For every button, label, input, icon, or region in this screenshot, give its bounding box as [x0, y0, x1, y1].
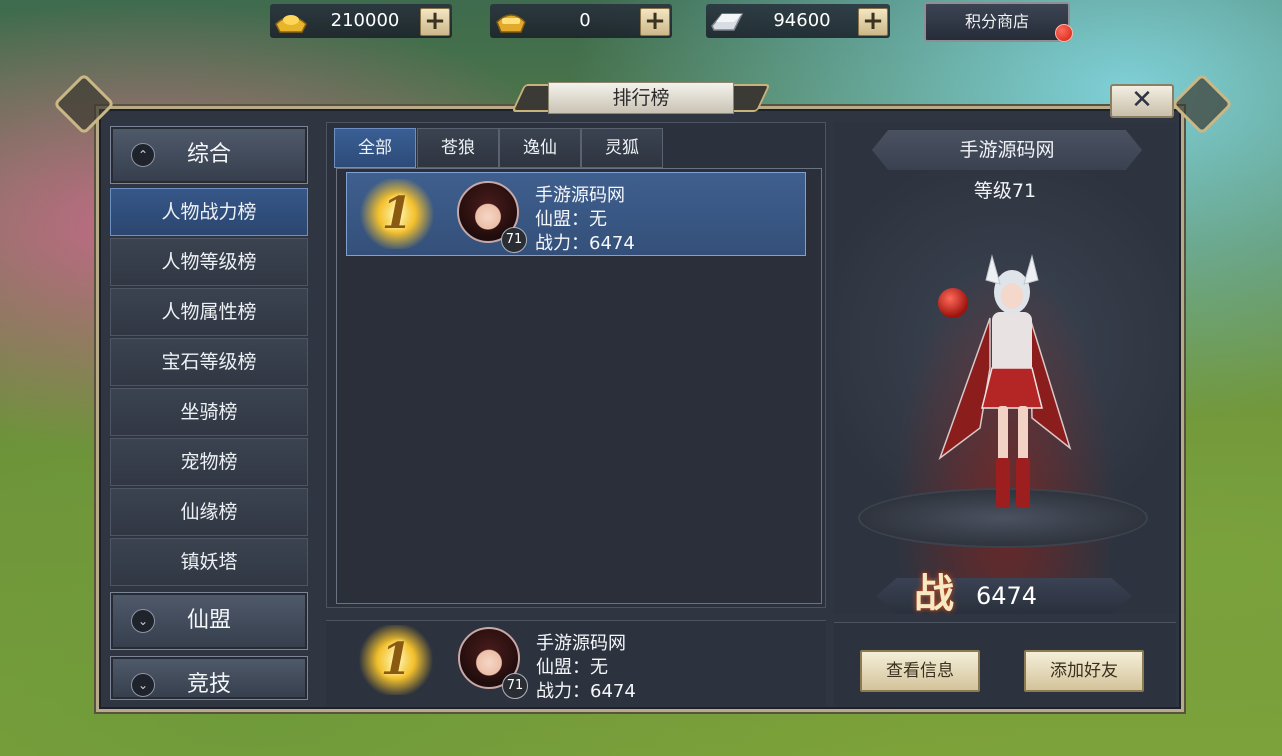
tab-all[interactable]: 全部 — [334, 128, 416, 168]
category-overall[interactable]: ⌃ 综合 — [110, 126, 308, 184]
menu-item-demon-tower[interactable]: 镇妖塔 — [110, 538, 308, 586]
menu-item-xianyuan-ranking[interactable]: 仙缘榜 — [110, 488, 308, 536]
notification-dot — [1055, 24, 1073, 42]
player-name: 手游源码网 — [536, 633, 626, 654]
menu-item-pet-ranking[interactable]: 宠物榜 — [110, 438, 308, 486]
player-guild: 仙盟：无 — [536, 657, 608, 678]
window-title: 排行榜 — [548, 82, 734, 114]
silver-amount: 94600 — [773, 10, 831, 31]
category-label: 综合 — [186, 142, 231, 167]
category-label: 竞技 — [186, 672, 231, 697]
silver-ingot-icon — [711, 13, 744, 31]
chevron-down-icon: ⌄ — [131, 673, 155, 697]
close-button[interactable]: ✕ — [1110, 84, 1174, 118]
bound-gold-resource: 0 + — [490, 4, 672, 38]
silver-resource: 94600 + — [706, 4, 890, 38]
view-info-button[interactable]: 查看信息 — [860, 650, 980, 692]
player-name: 手游源码网 — [535, 185, 625, 206]
power-value: 6474 — [976, 582, 1038, 610]
character-model[interactable] — [920, 248, 1080, 518]
avatar-level-badge: 71 — [502, 673, 528, 699]
add-bound-gold-button[interactable]: + — [640, 8, 670, 36]
bound-gold-amount: 0 — [579, 10, 591, 31]
chevron-down-icon: ⌄ — [131, 609, 155, 633]
gold-ingot-icon — [275, 15, 307, 33]
tab-linghu[interactable]: 灵狐 — [581, 128, 663, 168]
category-label: 仙盟 — [186, 608, 231, 633]
add-friend-button[interactable]: 添加好友 — [1024, 650, 1144, 692]
menu-item-mount-ranking[interactable]: 坐骑榜 — [110, 388, 308, 436]
tab-yixian[interactable]: 逸仙 — [499, 128, 581, 168]
menu-item-level-ranking[interactable]: 人物等级榜 — [110, 238, 308, 286]
gold-amount: 210000 — [330, 10, 400, 31]
player-guild: 仙盟：无 — [535, 209, 607, 230]
chevron-up-icon: ⌃ — [131, 143, 155, 167]
rank-number: 1 — [381, 188, 413, 239]
add-gold-button[interactable]: + — [420, 8, 450, 36]
rank-number: 1 — [380, 634, 412, 685]
menu-item-power-ranking[interactable]: 人物战力榜 — [110, 188, 308, 236]
character-name: 手游源码网 — [872, 130, 1142, 170]
table-row[interactable]: 1 71 手游源码网 仙盟：无 战力：6474 — [346, 172, 806, 256]
tab-canglang[interactable]: 苍狼 — [417, 128, 499, 168]
bound-gold-icon — [496, 14, 526, 33]
power-glyph: 战 — [914, 570, 954, 617]
menu-item-gem-ranking[interactable]: 宝石等级榜 — [110, 338, 308, 386]
player-power: 战力：6474 — [535, 233, 635, 254]
gold-resource: 210000 + — [270, 4, 452, 38]
player-power: 战力：6474 — [536, 681, 636, 702]
points-shop-button[interactable]: 积分商店 — [924, 2, 1070, 42]
avatar-level-badge: 71 — [501, 227, 527, 253]
menu-item-attribute-ranking[interactable]: 人物属性榜 — [110, 288, 308, 336]
character-level: 等级71 — [973, 180, 1037, 202]
add-silver-button[interactable]: + — [858, 8, 888, 36]
self-rank-row: 1 71 手游源码网 仙盟：无 战力：6474 — [326, 620, 826, 706]
category-arena[interactable]: ⌄ 竞技 — [110, 656, 308, 700]
category-guild[interactable]: ⌄ 仙盟 — [110, 592, 308, 650]
